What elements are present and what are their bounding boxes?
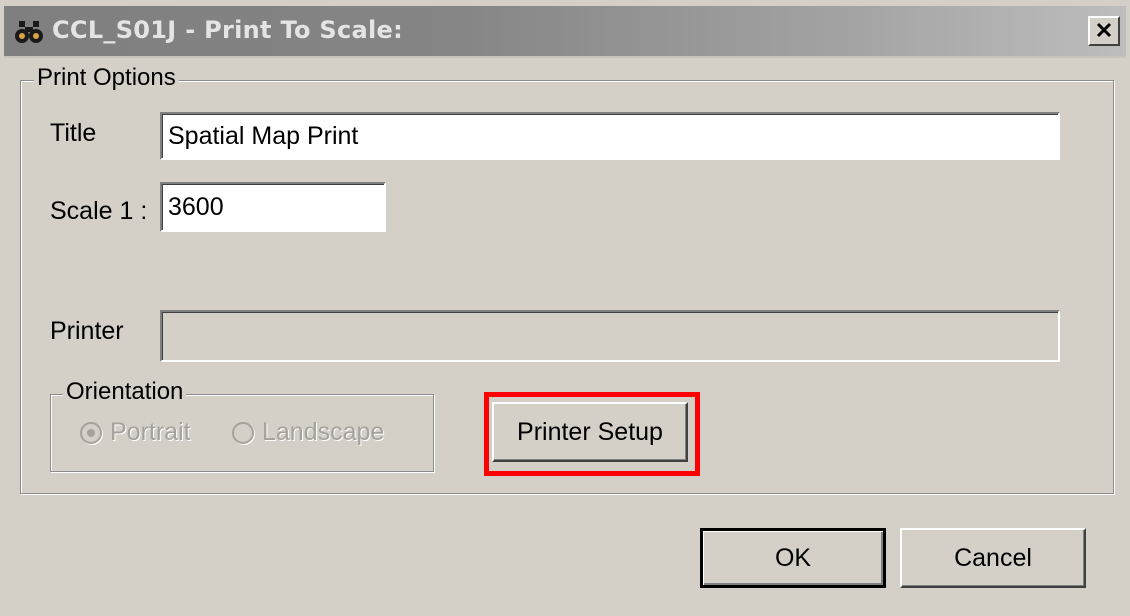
- landscape-label: Landscape: [262, 418, 385, 446]
- orientation-legend: Orientation: [63, 379, 187, 405]
- radio-selected-icon: [80, 421, 102, 444]
- close-button[interactable]: [1088, 16, 1120, 46]
- cancel-button[interactable]: Cancel: [900, 528, 1086, 588]
- scale-input[interactable]: [160, 182, 386, 232]
- radio-unselected-icon: [232, 421, 254, 444]
- title-bar[interactable]: CCL_S01J - Print To Scale:: [4, 6, 1126, 58]
- portrait-radio[interactable]: Portrait: [80, 418, 191, 447]
- printer-label: Printer: [50, 317, 124, 345]
- printer-field: [160, 310, 1060, 362]
- title-label: Title: [50, 119, 97, 147]
- title-input[interactable]: [160, 112, 1060, 160]
- binoculars-icon: [14, 19, 44, 45]
- printer-setup-button[interactable]: Printer Setup: [492, 402, 688, 462]
- scale-label: Scale 1 :: [50, 197, 148, 225]
- landscape-radio[interactable]: Landscape: [232, 418, 384, 447]
- ok-button[interactable]: OK: [700, 528, 886, 588]
- window-title: CCL_S01J - Print To Scale:: [52, 16, 404, 44]
- close-icon: [1095, 21, 1113, 42]
- portrait-label: Portrait: [110, 418, 191, 446]
- print-options-legend: Print Options: [34, 65, 179, 91]
